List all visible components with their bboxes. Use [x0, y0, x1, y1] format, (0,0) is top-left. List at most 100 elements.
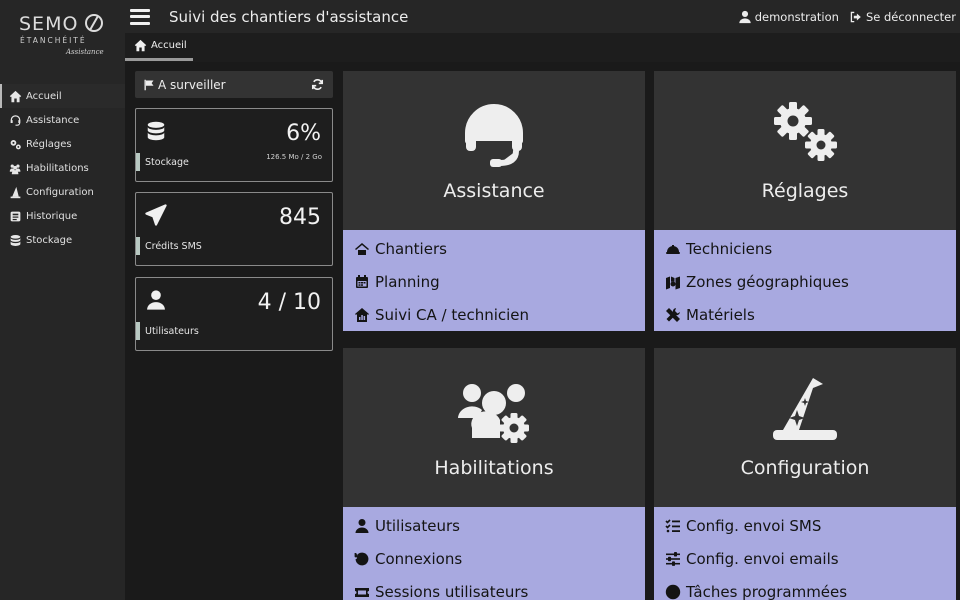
- logo-text: SEMO: [19, 13, 78, 35]
- sidebar-item-label: Stockage: [26, 234, 73, 246]
- link-planning[interactable]: Planning: [343, 266, 645, 299]
- card-title: Assistance: [443, 180, 545, 202]
- user-name: demonstration: [754, 9, 839, 24]
- home-icon: [134, 39, 147, 52]
- semo-logo: SEMO ÉTANCHÉITÉ Assistance: [19, 13, 104, 56]
- user-area: demonstration Se déconnecter: [728, 10, 956, 24]
- hard-hat-icon: [666, 245, 680, 255]
- user-link[interactable]: demonstration: [738, 10, 839, 24]
- link-label: Tâches programmées: [686, 582, 848, 600]
- link-label: Chantiers: [375, 240, 447, 259]
- sidebar-item-stockage[interactable]: Stockage: [0, 228, 125, 252]
- card-links: Config. envoi SMS Config. envoi emails T…: [654, 507, 956, 600]
- link-taches[interactable]: Tâches programmées: [654, 575, 956, 600]
- menu-toggle-button[interactable]: [130, 8, 150, 25]
- user-icon: [739, 10, 751, 23]
- users-icon: [9, 163, 21, 174]
- logout-label: Se déconnecter: [865, 9, 956, 24]
- stat-label: Crédits SMS: [145, 241, 202, 252]
- card-links: Chantiers Planning Suivi CA / technicien: [343, 230, 645, 332]
- headset-icon: [10, 114, 21, 126]
- link-label: Connexions: [375, 550, 463, 569]
- card-header[interactable]: Assistance: [343, 71, 645, 230]
- card-header[interactable]: Réglages: [654, 71, 956, 230]
- link-label: Suivi CA / technicien: [375, 305, 530, 324]
- wizard-hat-icon: [773, 378, 837, 440]
- topbar: Suivi des chantiers d'assistance demonst…: [125, 0, 960, 33]
- sidebar-item-assistance[interactable]: Assistance: [0, 108, 125, 132]
- link-chantiers[interactable]: Chantiers: [343, 233, 645, 266]
- card-configuration: Configuration Config. envoi SMS Config. …: [654, 348, 956, 600]
- clock-icon: [665, 584, 681, 599]
- logo-script: Assistance: [65, 48, 104, 56]
- card-links: Utilisateurs Connexions Sessions utilisa…: [343, 507, 645, 600]
- checklist-icon: [665, 519, 680, 533]
- link-label: Sessions utilisateurs: [375, 582, 529, 600]
- paper-plane-icon: [145, 204, 167, 226]
- card-title: Habilitations: [434, 457, 554, 479]
- link-label: Utilisateurs: [375, 517, 460, 536]
- sliders-icon: [666, 552, 680, 566]
- database-icon: [10, 234, 21, 246]
- sidebar-item-label: Historique: [26, 210, 78, 222]
- main-content: A surveiller 6% 126.5 Mo / 2 Go Stockage…: [125, 62, 960, 600]
- link-config-sms[interactable]: Config. envoi SMS: [654, 510, 956, 543]
- sidebar-item-label: Réglages: [26, 138, 72, 150]
- stat-storage[interactable]: 6% 126.5 Mo / 2 Go Stockage: [135, 108, 333, 182]
- app: SEMO ÉTANCHÉITÉ Assistance Accueil Assis…: [0, 0, 960, 600]
- gears-icon: [774, 102, 837, 161]
- sidebar-item-habilitations[interactable]: Habilitations: [0, 156, 125, 180]
- database-icon: [147, 121, 165, 141]
- sidebar-item-historique[interactable]: Historique: [0, 204, 125, 228]
- link-suivi-ca[interactable]: Suivi CA / technicien: [343, 298, 645, 331]
- sidebar-item-accueil[interactable]: Accueil: [0, 84, 125, 108]
- logo-subtext: ÉTANCHÉITÉ: [20, 36, 87, 45]
- calendar-icon: [356, 275, 368, 289]
- link-connexions[interactable]: Connexions: [343, 543, 645, 576]
- tab-accueil[interactable]: Accueil: [125, 33, 193, 61]
- history-icon: [354, 552, 369, 566]
- link-config-emails[interactable]: Config. envoi emails: [654, 543, 956, 576]
- sidebar-item-label: Accueil: [26, 90, 62, 102]
- link-materiels[interactable]: Matériels: [654, 298, 956, 331]
- stat-value: 6%: [286, 121, 321, 146]
- stat-users[interactable]: 4 / 10 Utilisateurs: [135, 277, 333, 351]
- stat-label: Utilisateurs: [145, 326, 199, 337]
- link-label: Config. envoi emails: [686, 550, 839, 569]
- watch-label: A surveiller: [158, 77, 226, 92]
- history-icon: [10, 211, 21, 221]
- tab-label: Accueil: [151, 40, 187, 51]
- card-header[interactable]: Habilitations: [343, 348, 645, 507]
- refresh-icon[interactable]: [311, 78, 324, 91]
- map-pin-icon: [666, 276, 680, 290]
- sidebar: SEMO ÉTANCHÉITÉ Assistance Accueil Assis…: [0, 0, 125, 600]
- link-label: Matériels: [686, 305, 755, 324]
- link-utilisateurs[interactable]: Utilisateurs: [343, 510, 645, 543]
- headset-icon: [465, 104, 523, 167]
- link-label: Planning: [375, 273, 440, 292]
- sidebar-nav: Accueil Assistance Réglages Habilitation…: [0, 84, 125, 252]
- link-techniciens[interactable]: Techniciens: [654, 233, 956, 266]
- link-zones[interactable]: Zones géographiques: [654, 266, 956, 299]
- gears-icon: [10, 139, 21, 149]
- link-sessions[interactable]: Sessions utilisateurs: [343, 575, 645, 600]
- logout-link[interactable]: Se déconnecter: [849, 10, 956, 24]
- link-label: Techniciens: [686, 240, 773, 259]
- sidebar-item-configuration[interactable]: Configuration: [0, 180, 125, 204]
- stat-sms[interactable]: 845 Crédits SMS: [135, 192, 333, 266]
- home-icon: [9, 90, 22, 102]
- link-label: Config. envoi SMS: [686, 517, 822, 536]
- card-header[interactable]: Configuration: [654, 348, 956, 507]
- sidebar-item-reglages[interactable]: Réglages: [0, 132, 125, 156]
- house-tools-icon: [355, 243, 369, 256]
- tab-bar: Accueil: [125, 33, 960, 62]
- wizard-hat-icon: [10, 186, 21, 198]
- stat-value: 4 / 10: [257, 290, 321, 315]
- house-chart-icon: [355, 307, 369, 322]
- stat-indicator: [136, 322, 140, 340]
- stat-subtext: 126.5 Mo / 2 Go: [266, 153, 322, 161]
- page-title: Suivi des chantiers d'assistance: [169, 7, 409, 26]
- stat-indicator: [136, 237, 140, 255]
- watch-panel: A surveiller: [135, 71, 333, 98]
- tools-icon: [666, 307, 680, 322]
